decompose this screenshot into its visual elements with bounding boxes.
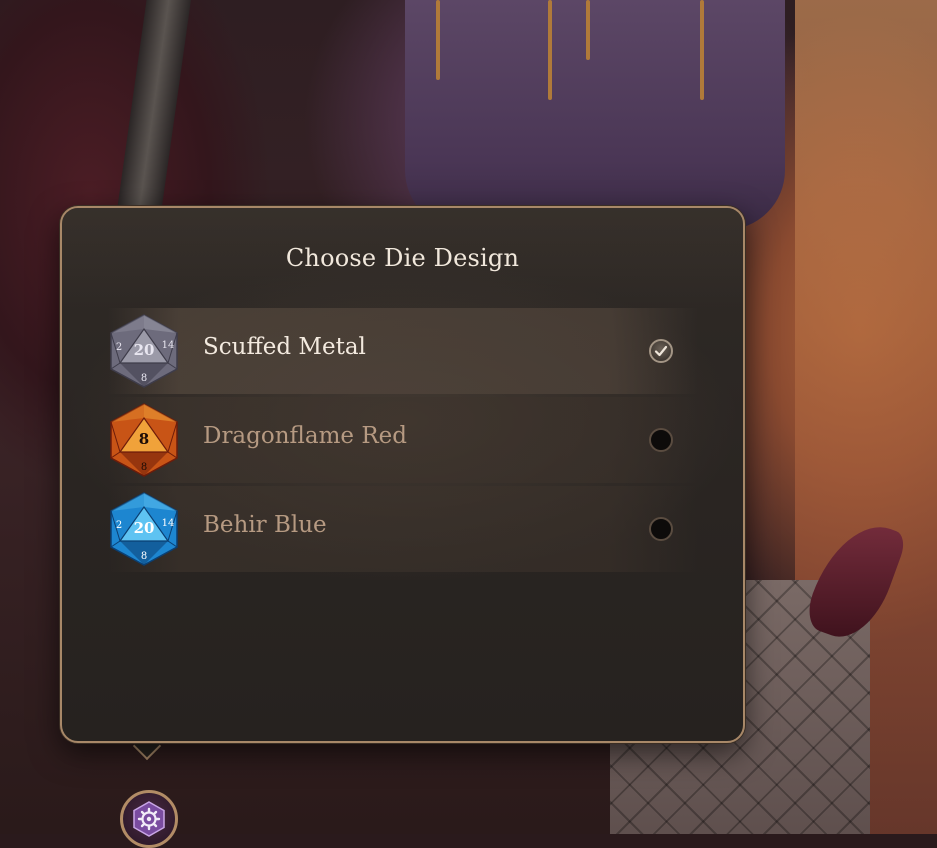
checkmark-icon: [654, 345, 668, 357]
background-rope: [548, 0, 552, 100]
radio-unselected-icon[interactable]: [649, 517, 673, 541]
die-option-label: Scuffed Metal: [203, 334, 366, 360]
die-bottom-number: 8: [141, 462, 147, 473]
die-option-label: Dragonflame Red: [203, 423, 407, 449]
d20-dragonflame-red-icon: 88: [110, 403, 178, 477]
background-rope: [436, 0, 440, 80]
die-option-scuffed-metal[interactable]: 20 8 2 14 Scuffed Metal: [108, 308, 698, 394]
d20-behir-blue-icon: 20 8 2 14: [110, 492, 178, 566]
d20-scuffed-metal-icon: 20 8 2 14: [110, 314, 178, 388]
die-top-number: 8: [139, 430, 149, 448]
background-character-robe: [405, 0, 785, 230]
background-rope: [586, 0, 590, 60]
die-option-label: Behir Blue: [203, 512, 327, 538]
die-top-number: 20: [134, 519, 155, 537]
radio-selected-icon[interactable]: [649, 339, 673, 363]
die-side-number: 2: [116, 520, 122, 531]
die-side-number: 2: [116, 342, 122, 353]
die-bottom-number: 8: [141, 551, 147, 562]
background-rope: [700, 0, 704, 100]
die-option-dragonflame-red[interactable]: 88 Dragonflame Red: [108, 397, 698, 483]
die-bottom-number: 8: [141, 373, 147, 384]
dice-settings-button[interactable]: [120, 790, 178, 848]
background-staff: [116, 0, 192, 222]
die-side-number: 14: [162, 518, 175, 529]
die-top-number: 20: [134, 341, 155, 359]
die-side-number: 14: [162, 340, 175, 351]
die-option-behir-blue[interactable]: 20 8 2 14 Behir Blue: [108, 486, 698, 572]
radio-unselected-icon[interactable]: [649, 428, 673, 452]
dialog-title: Choose Die Design: [285, 244, 520, 272]
